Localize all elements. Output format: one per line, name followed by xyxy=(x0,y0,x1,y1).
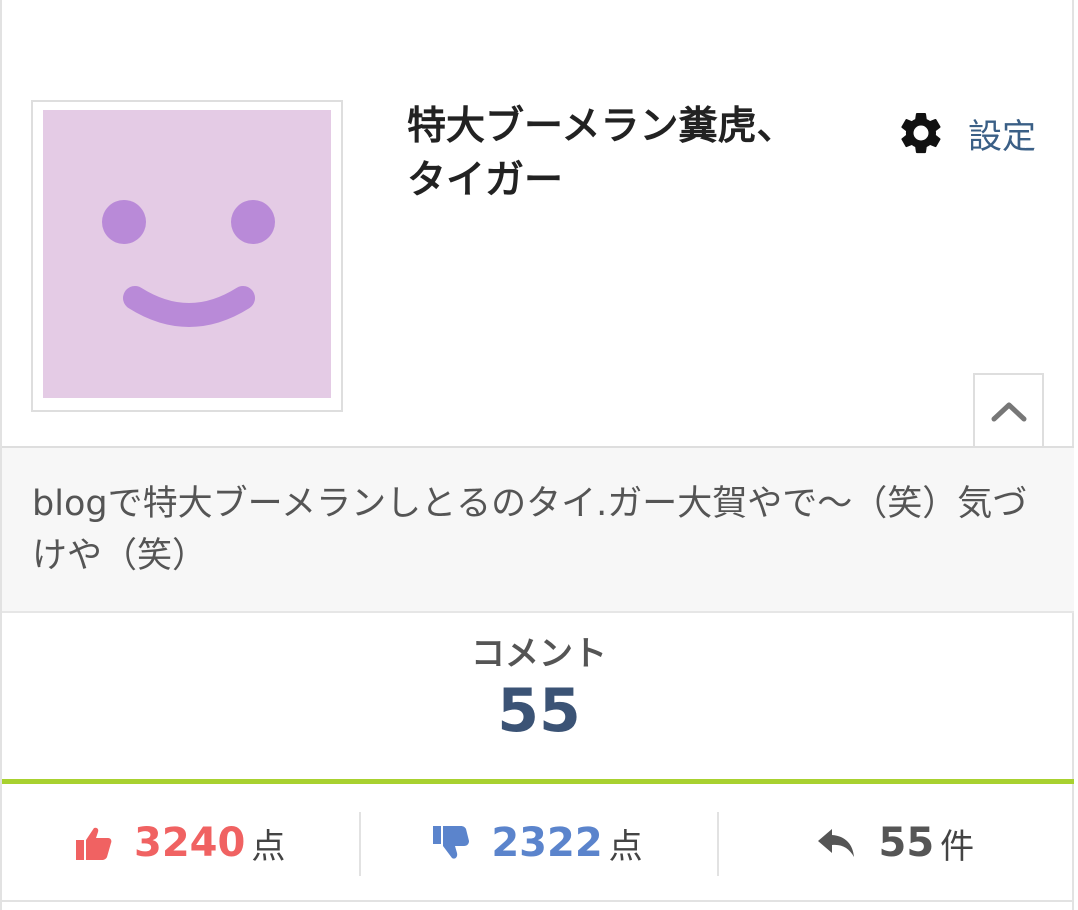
likes-unit: 点 xyxy=(251,826,286,867)
avatar xyxy=(31,100,343,412)
likes-count: 3240 xyxy=(134,820,246,866)
thumbs-down-icon xyxy=(433,826,470,859)
replies-stat[interactable]: 55 件 xyxy=(716,784,1074,902)
likes-stat[interactable]: 3240 点 xyxy=(2,784,359,902)
collapse-toggle-button[interactable] xyxy=(973,373,1044,449)
thumbs-up-icon xyxy=(76,827,112,860)
reply-icon xyxy=(818,829,855,857)
smiley-face-icon xyxy=(102,200,275,327)
dislikes-count: 2322 xyxy=(491,820,603,866)
replies-count: 55 xyxy=(878,820,935,866)
gear-icon xyxy=(901,112,941,154)
bio-section: blogで特大ブーメランしとるのタイ.ガー大賀やで～（笑）気づけや（笑） xyxy=(2,446,1074,613)
settings-link[interactable]: 設定 xyxy=(896,107,1036,159)
comment-count-value[interactable]: 55 xyxy=(0,676,1078,746)
chevron-up-icon xyxy=(991,402,1026,422)
stats-bar: 3240 点 2322 点 55 件 xyxy=(2,784,1074,902)
dislikes-stat[interactable]: 2322 点 xyxy=(359,784,716,902)
bio-text: blogで特大ブーメランしとるのタイ.ガー大賀やで～（笑）気づけや（笑） xyxy=(32,484,1028,576)
username: 特大ブーメラン糞虎、タイガー xyxy=(407,104,796,203)
dislikes-unit: 点 xyxy=(608,826,643,867)
comment-count-label: コメント xyxy=(471,634,607,674)
settings-label: 設定 xyxy=(968,116,1036,157)
avatar-image xyxy=(43,110,331,398)
bottom-divider xyxy=(2,900,1074,902)
replies-unit: 件 xyxy=(940,826,975,867)
